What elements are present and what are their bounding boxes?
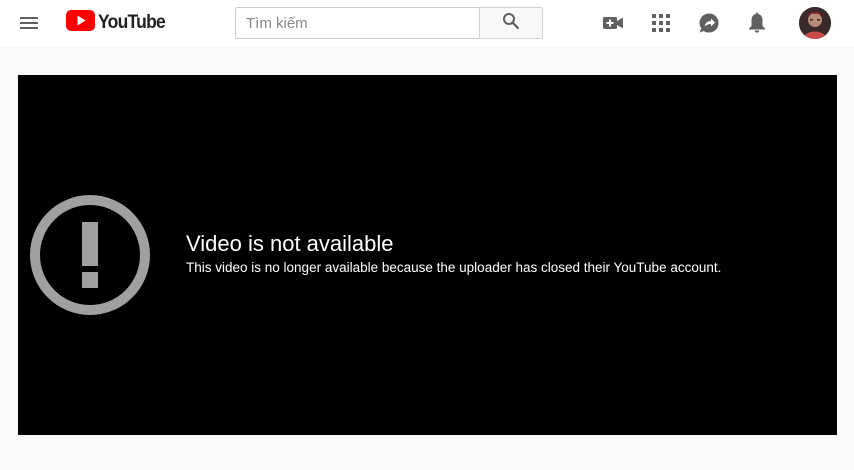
error-reason: This video is no longer available becaus… bbox=[186, 260, 722, 275]
apps-grid-icon[interactable] bbox=[649, 11, 673, 35]
search-box bbox=[235, 7, 479, 39]
youtube-logo[interactable]: YouTube bbox=[66, 10, 171, 36]
logo-text: YouTube bbox=[98, 12, 166, 33]
search-icon bbox=[502, 12, 520, 35]
search-input[interactable] bbox=[236, 8, 479, 38]
error-message: Video is not available This video is no … bbox=[186, 231, 721, 277]
notifications-bell-icon[interactable] bbox=[745, 11, 769, 35]
create-video-icon[interactable] bbox=[601, 11, 625, 35]
error-title: Video is not available bbox=[186, 231, 394, 256]
masthead: YouTube bbox=[0, 0, 854, 47]
youtube-logo-icon bbox=[66, 10, 95, 36]
avatar[interactable] bbox=[799, 7, 831, 39]
search-button[interactable] bbox=[479, 7, 543, 39]
messages-icon[interactable] bbox=[697, 11, 721, 35]
video-player[interactable]: Video is not available This video is no … bbox=[18, 75, 837, 435]
menu-icon[interactable] bbox=[16, 11, 42, 35]
error-exclamation-icon bbox=[29, 194, 151, 316]
